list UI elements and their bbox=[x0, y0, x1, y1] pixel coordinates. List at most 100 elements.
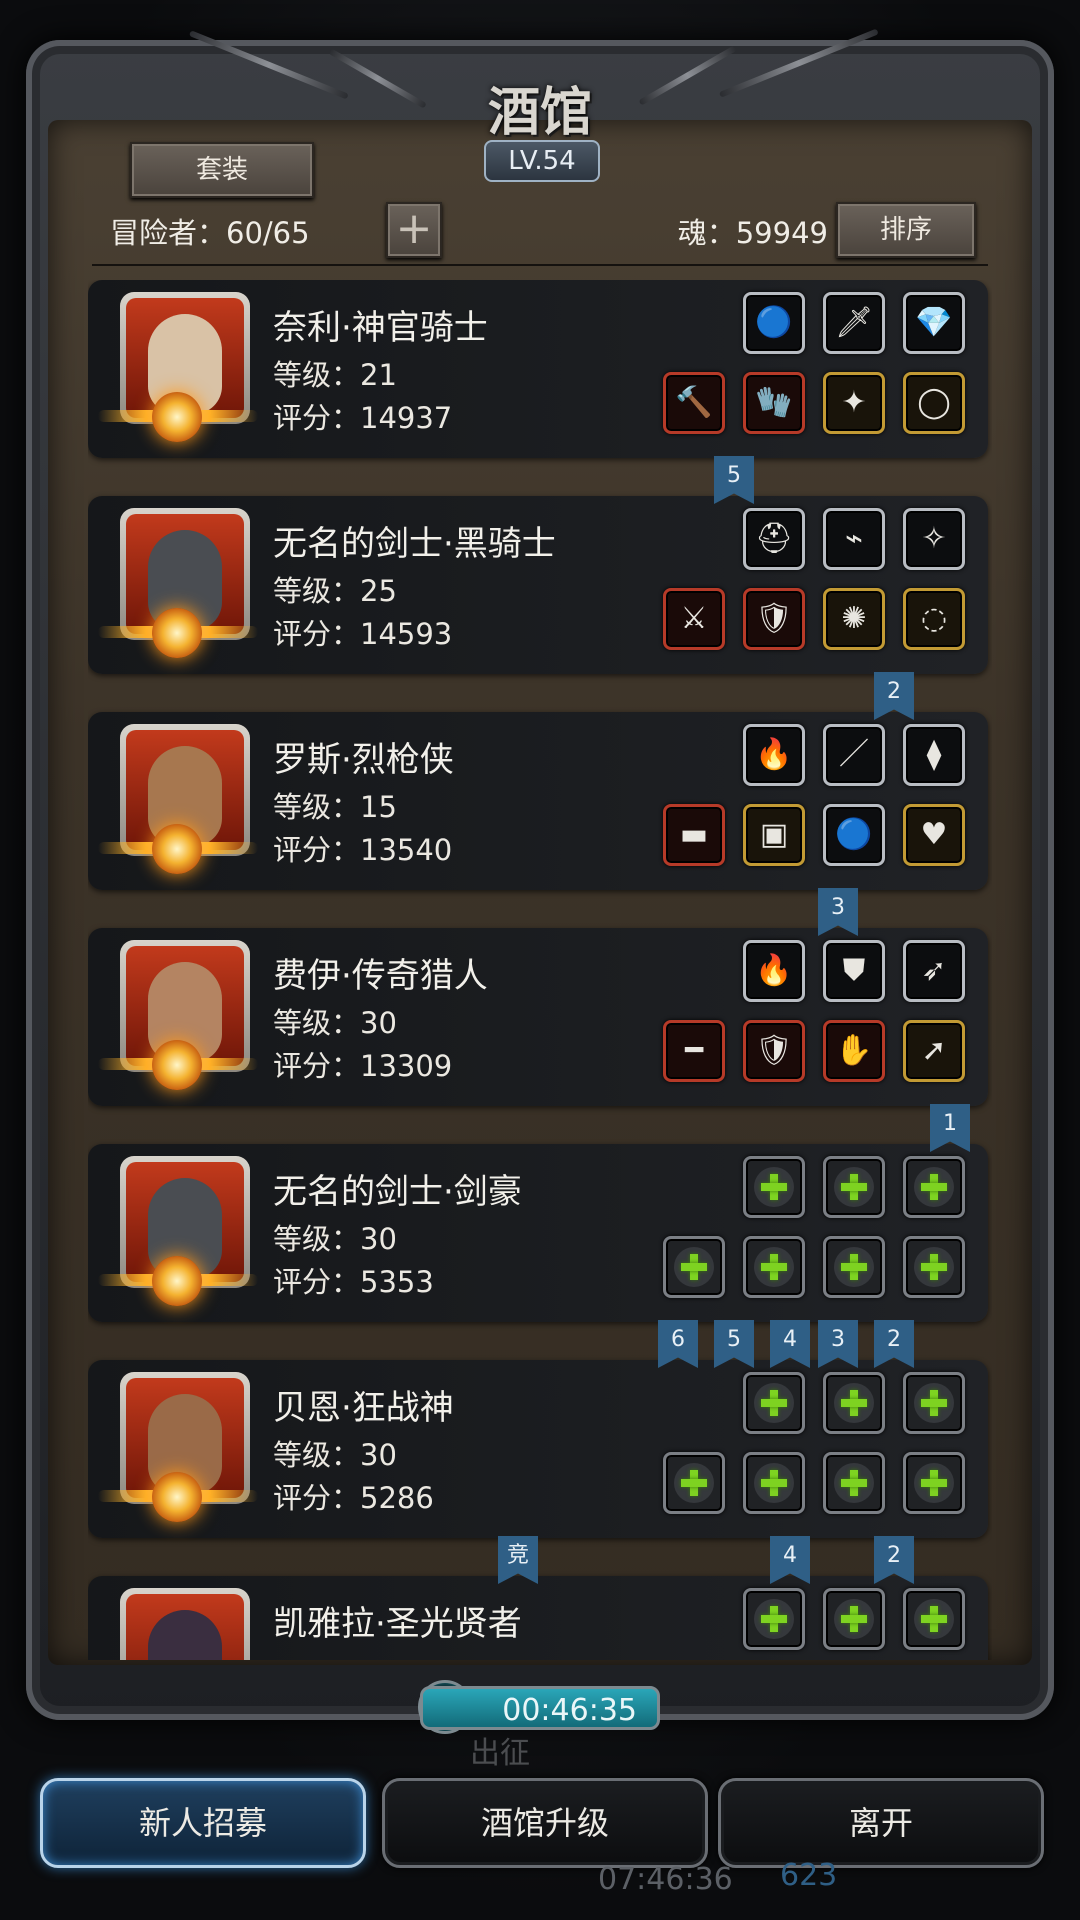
hero-score: 评分：14593 bbox=[273, 617, 453, 651]
equipment-slot[interactable]: ⛊ bbox=[823, 940, 885, 1002]
equipment-slot[interactable]: ◯ bbox=[903, 372, 965, 434]
sort-button[interactable]: 排序 bbox=[836, 202, 976, 258]
hero-card[interactable]: 无名的剑士·剑豪 等级：30 评分：5353 bbox=[88, 1144, 988, 1322]
hero-list[interactable]: 奈利·神官骑士 等级：21 评分：14937 🔵 🗡 💎 🔨 🧤 ✦ ◯ 无名的剑士·黑骑士 等级：2… bbox=[88, 280, 992, 1660]
pendant-icon: ⧫ bbox=[926, 737, 942, 772]
fire-icon: 🔥 bbox=[755, 953, 793, 988]
equipment-slot[interactable]: ▬ bbox=[663, 804, 725, 866]
equipment-slot[interactable] bbox=[663, 1452, 725, 1514]
shield-icon: ⛊ bbox=[842, 953, 866, 988]
rank-emblem-icon bbox=[152, 392, 202, 442]
equipment-slot[interactable]: 🛡 bbox=[743, 1020, 805, 1082]
equipment-slot[interactable] bbox=[903, 1588, 965, 1650]
rank-emblem-icon bbox=[152, 1472, 202, 1522]
hero-card[interactable]: 费伊·传奇猎人等级：30 评分：13309 🔥 ⛊ ➶ ━ 🛡 ✋ ➚ bbox=[88, 928, 988, 1106]
equipment-slot[interactable]: ➶ bbox=[903, 940, 965, 1002]
equipment-slot[interactable]: 🧤 bbox=[743, 372, 805, 434]
resource-counter: 623 bbox=[780, 1858, 838, 1893]
adventurer-count: 冒险者：60/65 bbox=[110, 216, 310, 250]
equipment-slot[interactable]: ✧ bbox=[903, 508, 965, 570]
equipment-slot[interactable]: ⧫ bbox=[903, 724, 965, 786]
feather-icon: ➶ bbox=[921, 953, 947, 988]
gem-icon: 💎 bbox=[915, 305, 953, 340]
add-slot-icon bbox=[921, 1390, 947, 1416]
equipment-slot[interactable]: ✋ bbox=[823, 1020, 885, 1082]
equipment-slot[interactable]: ⚔ bbox=[663, 588, 725, 650]
equipment-slot[interactable]: 🗡 bbox=[823, 292, 885, 354]
set-button[interactable]: 套装 bbox=[130, 142, 314, 198]
add-slot-icon bbox=[921, 1470, 947, 1496]
equipment-slot[interactable] bbox=[743, 1372, 805, 1434]
hero-card[interactable]: 贝恩·狂战神 等级：30 评分：5286 bbox=[88, 1360, 988, 1538]
add-slot-icon bbox=[761, 1390, 787, 1416]
equipment-slot[interactable] bbox=[823, 1156, 885, 1218]
tavern-upgrade-button[interactable]: 酒馆升级 bbox=[382, 1778, 708, 1868]
equipment-slot[interactable]: ✦ bbox=[823, 372, 885, 434]
hero-score: 评分：14937 bbox=[273, 401, 453, 435]
add-slot-icon bbox=[761, 1470, 787, 1496]
expand-capacity-button[interactable]: + bbox=[386, 202, 442, 258]
rifle-icon: ━ bbox=[684, 1033, 704, 1068]
equipment-slot[interactable]: ▣ bbox=[743, 804, 805, 866]
equipment-slot[interactable]: ◌ bbox=[903, 588, 965, 650]
equipment-slot[interactable] bbox=[903, 1236, 965, 1298]
equipment-slot[interactable] bbox=[903, 1372, 965, 1434]
equipment-slot[interactable] bbox=[823, 1588, 885, 1650]
add-slot-icon bbox=[841, 1174, 867, 1200]
hero-name: 费伊·传奇猎人 bbox=[273, 956, 488, 996]
hero-level: 等级：15 bbox=[273, 790, 397, 824]
equipment-slot[interactable] bbox=[823, 1452, 885, 1514]
equipment-slot[interactable]: ⛑ bbox=[743, 508, 805, 570]
soul-counter: 魂：59949 bbox=[677, 216, 828, 250]
orb-icon: 🔵 bbox=[835, 817, 873, 852]
expedition-timer: 00:46:35 bbox=[420, 1686, 660, 1730]
rank-emblem-icon bbox=[152, 1256, 202, 1306]
equipment-slot[interactable]: ✺ bbox=[823, 588, 885, 650]
helmet-icon: ⛑ bbox=[754, 521, 794, 556]
equipment-slot[interactable]: 🔥 bbox=[743, 724, 805, 786]
hero-score: 评分：5353 bbox=[273, 1265, 434, 1299]
equipment-slot[interactable]: 🔵 bbox=[823, 804, 885, 866]
equipment-slot[interactable] bbox=[823, 1372, 885, 1434]
sword-icon: ⚔ bbox=[680, 601, 708, 636]
add-slot-icon bbox=[841, 1606, 867, 1632]
recruit-button[interactable]: 新人招募 bbox=[40, 1778, 366, 1868]
equipment-slot[interactable]: 💎 bbox=[903, 292, 965, 354]
equipment-slot[interactable] bbox=[743, 1156, 805, 1218]
equipment-slot[interactable] bbox=[743, 1452, 805, 1514]
leave-button[interactable]: 离开 bbox=[718, 1778, 1044, 1868]
equipment-slot[interactable]: 🔨 bbox=[663, 372, 725, 434]
equipment-slot[interactable]: ♥ bbox=[903, 804, 965, 866]
equipment-slot[interactable]: 🔥 bbox=[743, 940, 805, 1002]
equipment-slot[interactable]: 🔵 bbox=[743, 292, 805, 354]
equipment-slot[interactable]: ➚ bbox=[903, 1020, 965, 1082]
equipment-slot[interactable] bbox=[903, 1156, 965, 1218]
equipment-slot[interactable]: 🛡 bbox=[743, 588, 805, 650]
armor-icon: 🛡 bbox=[754, 1033, 794, 1068]
hero-card[interactable]: 凯雅拉·圣光贤者 bbox=[88, 1576, 988, 1660]
equipment-slot[interactable] bbox=[743, 1236, 805, 1298]
hero-card[interactable]: 奈利·神官骑士 等级：21 评分：14937 🔵 🗡 💎 🔨 🧤 ✦ ◯ bbox=[88, 280, 988, 458]
equipment-slot[interactable] bbox=[663, 1236, 725, 1298]
hero-level: 等级：30 bbox=[273, 1006, 397, 1040]
add-slot-icon bbox=[681, 1470, 707, 1496]
add-slot-icon bbox=[841, 1254, 867, 1280]
hero-portrait[interactable] bbox=[120, 1588, 250, 1660]
hero-name: 奈利·神官骑士 bbox=[273, 308, 488, 348]
equipment-slot[interactable]: ／ bbox=[823, 724, 885, 786]
add-slot-icon bbox=[841, 1470, 867, 1496]
equipment-slot[interactable] bbox=[743, 1588, 805, 1650]
staff-icon: ／ bbox=[839, 737, 869, 772]
equipment-slot[interactable] bbox=[823, 1236, 885, 1298]
equipment-slot[interactable]: ⌁ bbox=[823, 508, 885, 570]
expedition-label: 出征 bbox=[470, 1736, 530, 1771]
equipment-slot[interactable] bbox=[903, 1452, 965, 1514]
fire-icon: 🔥 bbox=[755, 737, 793, 772]
hero-card[interactable]: 无名的剑士·黑骑士 等级：25 评分：14593 ⛑ ⌁ ✧ ⚔ 🛡 ✺ ◌ bbox=[88, 496, 988, 674]
arm-icon: ➚ bbox=[921, 1033, 947, 1068]
hero-score: 评分：13309 bbox=[273, 1049, 453, 1083]
hero-card[interactable]: 罗斯·烈枪侠 等级：15 评分：13540 🔥 ／ ⧫ ▬ ▣ 🔵 ♥ bbox=[88, 712, 988, 890]
equipment-slot[interactable]: ━ bbox=[663, 1020, 725, 1082]
hero-name: 无名的剑士·剑豪 bbox=[273, 1172, 522, 1212]
necklace-icon: ◌ bbox=[920, 601, 948, 636]
